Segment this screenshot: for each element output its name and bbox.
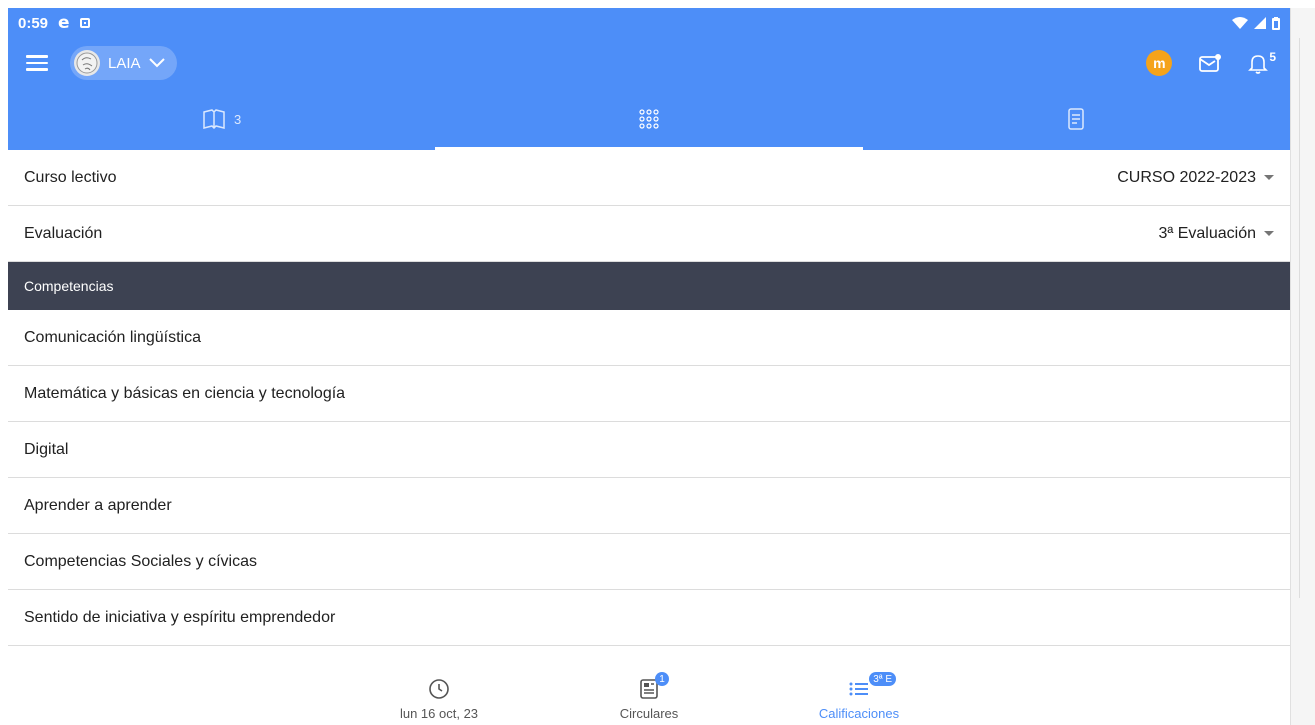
status-bar: 0:59 e <box>8 8 1290 38</box>
list-item[interactable]: Comunicación lingüística <box>8 310 1290 366</box>
wifi-icon <box>1232 17 1248 29</box>
tab-bar: 3 <box>8 88 1290 150</box>
section-title: Competencias <box>24 278 114 294</box>
course-label: Curso lectivo <box>24 168 117 186</box>
brand-logo-icon[interactable]: m <box>1146 50 1173 76</box>
list-item-label: Competencias Sociales y cívicas <box>24 552 257 570</box>
tab-subjects[interactable]: 3 <box>8 88 435 150</box>
section-header: Competencias <box>8 262 1290 310</box>
chevron-down-icon <box>148 58 165 68</box>
grid-dots-icon <box>639 109 659 129</box>
list-item[interactable]: Competencias Sociales y cívicas <box>8 534 1290 590</box>
competencies-list: Comunicación lingüística Matemática y bá… <box>8 310 1290 646</box>
avatar <box>74 50 100 76</box>
tab-subjects-count: 3 <box>234 111 242 127</box>
list-item-label: Sentido de iniciativa y espíritu emprend… <box>24 608 336 626</box>
app-bar: LAIA m 5 <box>8 38 1290 88</box>
dropdown-caret-icon <box>1264 231 1274 236</box>
battery-icon <box>1272 16 1280 30</box>
nav-circulares[interactable]: 1 Circulares <box>589 667 709 725</box>
status-time: 0:59 <box>18 14 49 32</box>
evaluation-value: 3ª Evaluación <box>1158 224 1256 242</box>
evaluation-row: Evaluación 3ª Evaluación <box>8 206 1290 262</box>
list-item-label: Comunicación lingüística <box>24 328 201 346</box>
list-item-label: Digital <box>24 440 69 458</box>
list-grades-icon <box>849 682 868 696</box>
list-item-label: Aprender a aprender <box>24 496 172 514</box>
course-row: Curso lectivo CURSO 2022-2023 <box>8 150 1290 206</box>
notification-square-icon <box>79 18 90 28</box>
book-open-icon <box>203 109 225 129</box>
clock-icon <box>429 679 449 699</box>
calificaciones-badge: 3ª E <box>869 672 896 686</box>
nav-calificaciones-label: Calificaciones <box>818 706 900 721</box>
evaluation-label: Evaluación <box>24 224 103 242</box>
notifications-button[interactable]: 5 <box>1248 50 1276 74</box>
profile-selector[interactable]: LAIA <box>70 46 177 80</box>
mail-icon[interactable] <box>1198 53 1222 73</box>
bell-icon <box>1248 55 1269 74</box>
signal-icon <box>1254 17 1266 29</box>
dropdown-caret-icon <box>1264 175 1274 180</box>
course-value: CURSO 2022-2023 <box>1117 168 1256 186</box>
list-item[interactable]: Digital <box>8 422 1290 478</box>
document-icon <box>1068 108 1085 130</box>
tab-reports[interactable] <box>863 88 1290 150</box>
profile-name: LAIA <box>108 54 141 72</box>
list-item[interactable]: Aprender a aprender <box>8 478 1290 534</box>
list-item[interactable]: Sentido de iniciativa y espíritu emprend… <box>8 590 1290 646</box>
scrollbar[interactable] <box>1290 8 1315 725</box>
tab-competencies[interactable] <box>435 88 863 150</box>
evaluation-dropdown[interactable]: 3ª Evaluación <box>1158 225 1274 243</box>
notifications-count: 5 <box>1269 50 1276 64</box>
list-item-label: Matemática y básicas en ciencia y tecnol… <box>24 384 346 402</box>
nav-circulares-label: Circulares <box>619 706 679 721</box>
list-item[interactable]: Matemática y básicas en ciencia y tecnol… <box>8 366 1290 422</box>
nav-calificaciones[interactable]: 3ª E Calificaciones <box>799 667 919 725</box>
nav-date-label: lun 16 oct, 23 <box>399 706 479 721</box>
circulares-badge: 1 <box>655 672 669 686</box>
browser-e-icon: e <box>58 13 70 33</box>
nav-date[interactable]: lun 16 oct, 23 <box>379 667 499 725</box>
bottom-nav: lun 16 oct, 23 1 Circulares 3ª E Calific… <box>8 667 1290 725</box>
course-dropdown[interactable]: CURSO 2022-2023 <box>1117 169 1274 187</box>
menu-button[interactable] <box>26 55 48 71</box>
app-screen: 0:59 e LAIA m 5 3 Curso lectivo CURSO 20… <box>8 8 1290 725</box>
